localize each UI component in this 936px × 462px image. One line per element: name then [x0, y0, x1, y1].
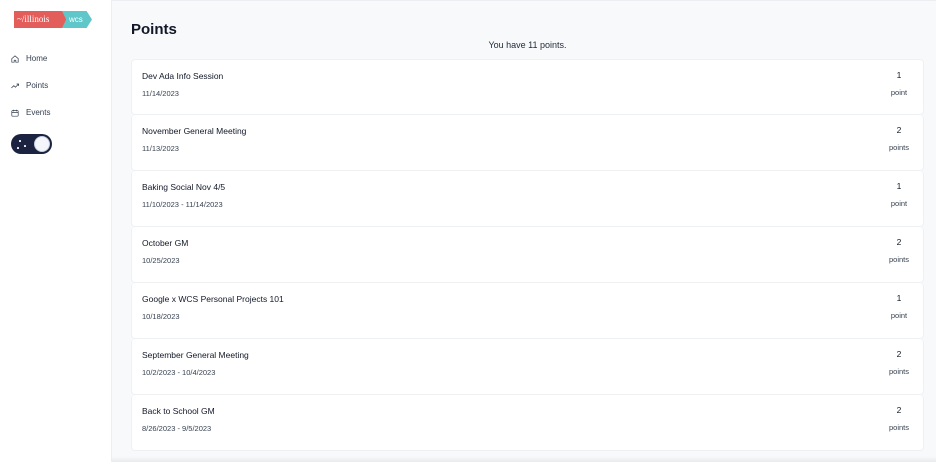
logo-illinois: ~/illinois	[14, 11, 66, 28]
sidebar-item-home[interactable]: Home	[0, 45, 111, 72]
star-icon	[24, 145, 26, 147]
points-unit: points	[888, 367, 909, 376]
star-icon	[17, 147, 19, 149]
event-date: 8/26/2023 - 9/5/2023	[142, 424, 212, 433]
event-date: 11/14/2023	[142, 89, 179, 98]
points-value: 2	[896, 349, 902, 359]
sidebar-nav: Home Points Events	[0, 45, 111, 126]
event-name: Baking Social Nov 4/5	[142, 182, 226, 192]
event-date: 10/18/2023	[142, 312, 180, 321]
sidebar-item-events[interactable]: Events	[0, 99, 111, 126]
event-points: 1 point	[884, 70, 914, 97]
event-name: September General Meeting	[142, 350, 249, 360]
event-points: 2 points	[884, 125, 914, 152]
sidebar-item-points[interactable]: Points	[0, 72, 111, 99]
event-points: 2 points	[884, 237, 914, 264]
event-name: October GM	[142, 238, 189, 248]
calendar-icon	[11, 109, 19, 117]
points-unit: points	[888, 143, 909, 152]
list-item[interactable]: Baking Social Nov 4/5 11/10/2023 - 11/14…	[131, 171, 924, 227]
points-unit: point	[890, 199, 908, 208]
event-date: 11/10/2023 - 11/14/2023	[142, 200, 223, 209]
event-name: November General Meeting	[142, 126, 247, 136]
event-list: Dev Ada Info Session 11/14/2023 1 point …	[131, 59, 924, 451]
points-unit: point	[890, 311, 908, 320]
event-points: 1 point	[884, 293, 914, 320]
event-points: 1 point	[884, 181, 914, 208]
trending-up-icon	[11, 82, 19, 90]
points-value: 1	[896, 181, 902, 191]
points-value: 1	[896, 70, 902, 80]
points-value: 1	[896, 293, 902, 303]
logo-wcs: wcs	[62, 11, 92, 28]
app: ~/illinois wcs Home Points Events Points…	[0, 0, 936, 462]
event-points: 2 points	[884, 405, 914, 432]
list-item[interactable]: November General Meeting 11/13/2023 2 po…	[131, 115, 924, 171]
points-unit: points	[888, 423, 909, 432]
bottom-fade	[112, 456, 936, 462]
list-item[interactable]: September General Meeting 10/2/2023 - 10…	[131, 339, 924, 395]
event-date: 10/2/2023 - 10/4/2023	[142, 368, 216, 377]
sidebar-item-label: Points	[26, 81, 49, 90]
home-icon	[11, 54, 19, 63]
toggle-knob	[34, 136, 50, 152]
list-item[interactable]: October GM 10/25/2023 2 points	[131, 227, 924, 283]
points-unit: points	[888, 255, 909, 264]
points-value: 2	[896, 237, 902, 247]
event-date: 11/13/2023	[142, 144, 179, 153]
sidebar-item-label: Events	[26, 108, 51, 117]
star-icon	[19, 140, 21, 142]
list-item[interactable]: Back to School GM 8/26/2023 - 9/5/2023 2…	[131, 395, 924, 451]
sidebar: ~/illinois wcs Home Points Events	[0, 0, 112, 462]
points-summary: You have 11 points.	[488, 40, 567, 50]
page-title: Points	[131, 21, 177, 38]
sidebar-item-label: Home	[26, 54, 48, 63]
points-unit: point	[890, 88, 908, 97]
theme-toggle[interactable]	[11, 134, 52, 154]
logo[interactable]: ~/illinois wcs	[14, 11, 94, 28]
points-value: 2	[896, 125, 902, 135]
event-date: 10/25/2023	[142, 256, 180, 265]
event-name: Dev Ada Info Session	[142, 71, 224, 81]
main-content: Points You have 11 points. Dev Ada Info …	[112, 0, 936, 462]
event-name: Back to School GM	[142, 406, 215, 416]
list-item[interactable]: Dev Ada Info Session 11/14/2023 1 point	[131, 59, 924, 115]
list-item[interactable]: Google x WCS Personal Projects 101 10/18…	[131, 283, 924, 339]
event-name: Google x WCS Personal Projects 101	[142, 294, 284, 304]
event-points: 2 points	[884, 349, 914, 376]
points-value: 2	[896, 405, 902, 415]
